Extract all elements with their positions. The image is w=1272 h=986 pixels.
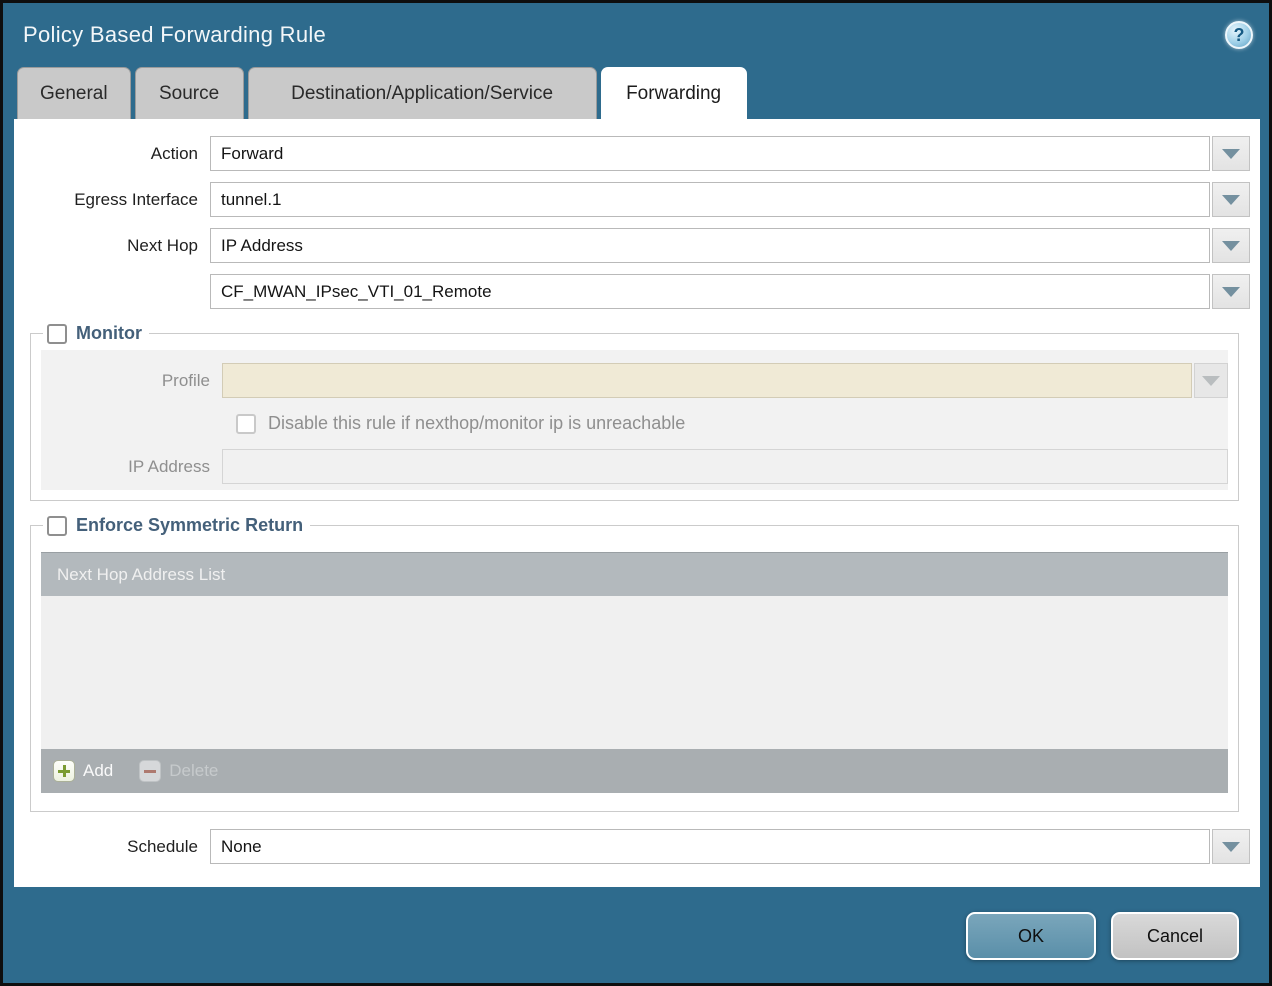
monitor-disabled-area: Profile Disable this rule if nexthop/mon…	[41, 350, 1228, 490]
monitor-legend: Monitor	[43, 323, 149, 344]
monitor-checkbox[interactable]	[47, 324, 67, 344]
tab-bar: General Source Destination/Application/S…	[17, 67, 1269, 119]
disable-rule-label: Disable this rule if nexthop/monitor ip …	[268, 413, 685, 434]
egress-interface-dropdown-button[interactable]	[1212, 182, 1250, 217]
profile-label: Profile	[41, 371, 222, 391]
minus-icon	[139, 760, 161, 782]
forwarding-tab-panel: Action Egress Interface Next Hop Monitor	[14, 119, 1260, 887]
title-bar: Policy Based Forwarding Rule ?	[3, 3, 1269, 67]
profile-row: Profile	[41, 363, 1228, 398]
help-icon[interactable]: ?	[1225, 21, 1253, 49]
chevron-down-icon	[1202, 376, 1220, 386]
add-button[interactable]: Add	[53, 760, 113, 782]
next-hop-label: Next Hop	[14, 236, 210, 256]
cancel-button[interactable]: Cancel	[1111, 912, 1239, 960]
next-hop-address-list-body[interactable]	[41, 596, 1228, 749]
monitor-ip-address-row: IP Address	[41, 449, 1228, 484]
profile-dropdown-button	[1194, 363, 1228, 398]
enforce-symmetric-return-legend: Enforce Symmetric Return	[43, 515, 310, 536]
tab-general[interactable]: General	[17, 67, 131, 119]
enforce-symmetric-return-checkbox[interactable]	[47, 516, 67, 536]
disable-rule-row: Disable this rule if nexthop/monitor ip …	[236, 413, 1228, 434]
schedule-row: Schedule	[14, 829, 1250, 864]
dialog-title: Policy Based Forwarding Rule	[23, 22, 326, 48]
egress-interface-row: Egress Interface	[14, 182, 1250, 217]
egress-interface-input[interactable]	[210, 182, 1210, 217]
monitor-legend-label: Monitor	[76, 323, 142, 344]
enforce-symmetric-return-legend-label: Enforce Symmetric Return	[76, 515, 303, 536]
ok-button[interactable]: OK	[966, 912, 1096, 960]
tab-source[interactable]: Source	[135, 67, 244, 119]
add-button-label: Add	[83, 761, 113, 781]
chevron-down-icon	[1222, 195, 1240, 205]
schedule-label: Schedule	[14, 837, 210, 857]
next-hop-address-list-toolbar: Add Delete	[41, 749, 1228, 793]
enforce-symmetric-return-group: Enforce Symmetric Return Next Hop Addres…	[30, 515, 1239, 812]
chevron-down-icon	[1222, 241, 1240, 251]
action-dropdown-button[interactable]	[1212, 136, 1250, 171]
tab-forwarding[interactable]: Forwarding	[601, 67, 747, 119]
disable-rule-checkbox	[236, 414, 256, 434]
delete-button-label: Delete	[169, 761, 218, 781]
next-hop-address-list-header: Next Hop Address List	[41, 552, 1228, 596]
action-row: Action	[14, 136, 1250, 171]
next-hop-address-row	[14, 274, 1250, 309]
delete-button: Delete	[139, 760, 218, 782]
next-hop-dropdown-button[interactable]	[1212, 228, 1250, 263]
tab-destination-application-service[interactable]: Destination/Application/Service	[248, 67, 597, 119]
pbf-rule-dialog: { "dialog": { "title": "Policy Based For…	[0, 0, 1272, 986]
chevron-down-icon	[1222, 842, 1240, 852]
schedule-dropdown-button[interactable]	[1212, 829, 1250, 864]
next-hop-address-list-table: Next Hop Address List Add Delete	[41, 552, 1228, 793]
next-hop-address-dropdown-button[interactable]	[1212, 274, 1250, 309]
dialog-footer: OK Cancel	[966, 912, 1239, 960]
monitor-ip-address-input	[222, 449, 1228, 484]
chevron-down-icon	[1222, 149, 1240, 159]
egress-interface-label: Egress Interface	[14, 190, 210, 210]
action-input[interactable]	[210, 136, 1210, 171]
profile-input	[222, 363, 1192, 398]
schedule-input[interactable]	[210, 829, 1210, 864]
next-hop-address-input[interactable]	[210, 274, 1210, 309]
next-hop-row: Next Hop	[14, 228, 1250, 263]
next-hop-type-input[interactable]	[210, 228, 1210, 263]
monitor-group: Monitor Profile Disable this rule if nex…	[30, 323, 1239, 501]
chevron-down-icon	[1222, 287, 1240, 297]
monitor-ip-address-label: IP Address	[41, 457, 222, 477]
plus-icon	[53, 760, 75, 782]
action-label: Action	[14, 144, 210, 164]
